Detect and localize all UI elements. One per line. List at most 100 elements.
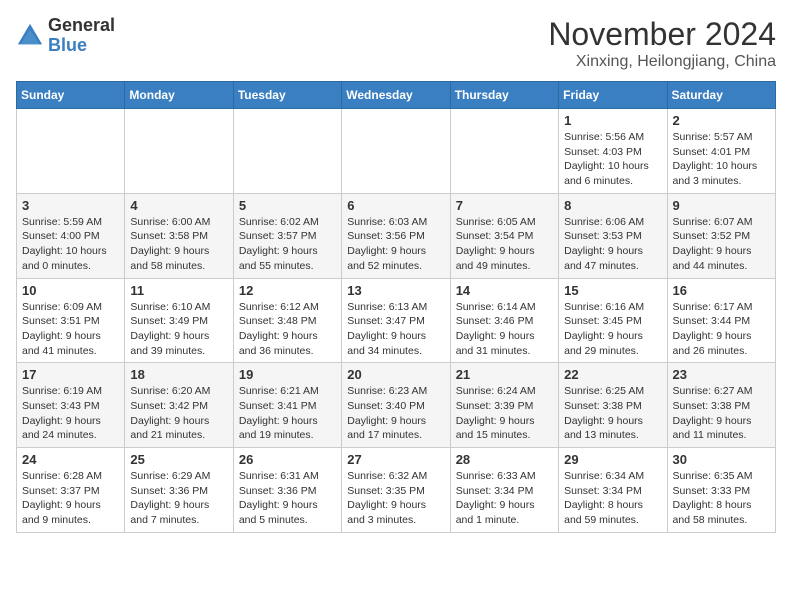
day-cell: 11 Sunrise: 6:10 AM Sunset: 3:49 PM Dayli… [125, 278, 233, 363]
day-number: 27 [347, 452, 444, 467]
day-info: Sunrise: 6:24 AM Sunset: 3:39 PM Dayligh… [456, 384, 553, 443]
day-info: Sunrise: 6:17 AM Sunset: 3:44 PM Dayligh… [673, 300, 770, 359]
day-info: Sunrise: 6:34 AM Sunset: 3:34 PM Dayligh… [564, 469, 661, 528]
day-number: 20 [347, 367, 444, 382]
day-number: 7 [456, 198, 553, 213]
day-info: Sunrise: 6:32 AM Sunset: 3:35 PM Dayligh… [347, 469, 444, 528]
day-cell: 8Sunrise: 6:06 AM Sunset: 3:53 PM Daylig… [559, 193, 667, 278]
header-day-wednesday: Wednesday [342, 82, 450, 109]
day-cell: 21 Sunrise: 6:24 AM Sunset: 3:39 PM Dayli… [450, 363, 558, 448]
logo-general-text: General [48, 16, 115, 36]
day-number: 11 [130, 283, 227, 298]
day-info: Sunrise: 6:16 AM Sunset: 3:45 PM Dayligh… [564, 300, 661, 359]
day-cell [342, 109, 450, 194]
calendar-body: 1 Sunrise: 5:56 AM Sunset: 4:03 PM Daylig… [17, 109, 776, 533]
day-info: Sunrise: 6:19 AM Sunset: 3:43 PM Dayligh… [22, 384, 119, 443]
day-number: 1 [564, 113, 661, 128]
day-cell: 4 Sunrise: 6:00 AM Sunset: 3:58 PM Daylig… [125, 193, 233, 278]
day-info: Sunrise: 6:00 AM Sunset: 3:58 PM Dayligh… [130, 215, 227, 274]
day-info: Sunrise: 6:06 AM Sunset: 3:53 PM Dayligh… [564, 215, 661, 274]
day-cell: 25 Sunrise: 6:29 AM Sunset: 3:36 PM Dayli… [125, 448, 233, 533]
day-info: Sunrise: 6:13 AM Sunset: 3:47 PM Dayligh… [347, 300, 444, 359]
day-number: 30 [673, 452, 770, 467]
day-info: Sunrise: 6:07 AM Sunset: 3:52 PM Dayligh… [673, 215, 770, 274]
day-info: Sunrise: 6:10 AM Sunset: 3:49 PM Dayligh… [130, 300, 227, 359]
day-cell: 29Sunrise: 6:34 AM Sunset: 3:34 PM Dayli… [559, 448, 667, 533]
day-info: Sunrise: 6:31 AM Sunset: 3:36 PM Dayligh… [239, 469, 336, 528]
header-day-tuesday: Tuesday [233, 82, 341, 109]
main-title: November 2024 [548, 16, 776, 53]
day-cell: 2Sunrise: 5:57 AM Sunset: 4:01 PM Daylig… [667, 109, 775, 194]
day-number: 19 [239, 367, 336, 382]
subtitle: Xinxing, Heilongjiang, China [548, 53, 776, 71]
day-info: Sunrise: 6:33 AM Sunset: 3:34 PM Dayligh… [456, 469, 553, 528]
day-cell: 3 Sunrise: 5:59 AM Sunset: 4:00 PM Daylig… [17, 193, 125, 278]
day-cell [17, 109, 125, 194]
day-number: 16 [673, 283, 770, 298]
week-row-2: 10 Sunrise: 6:09 AM Sunset: 3:51 PM Dayli… [17, 278, 776, 363]
header-row: SundayMondayTuesdayWednesdayThursdayFrid… [17, 82, 776, 109]
day-cell: 30 Sunrise: 6:35 AM Sunset: 3:33 PM Dayli… [667, 448, 775, 533]
day-number: 23 [673, 367, 770, 382]
header-day-thursday: Thursday [450, 82, 558, 109]
week-row-4: 24Sunrise: 6:28 AM Sunset: 3:37 PM Dayli… [17, 448, 776, 533]
day-number: 4 [130, 198, 227, 213]
day-info: Sunrise: 6:03 AM Sunset: 3:56 PM Dayligh… [347, 215, 444, 274]
day-number: 3 [22, 198, 119, 213]
day-number: 9 [673, 198, 770, 213]
day-info: Sunrise: 6:12 AM Sunset: 3:48 PM Dayligh… [239, 300, 336, 359]
day-number: 26 [239, 452, 336, 467]
day-info: Sunrise: 6:27 AM Sunset: 3:38 PM Dayligh… [673, 384, 770, 443]
logo: General Blue [16, 16, 115, 56]
day-info: Sunrise: 6:05 AM Sunset: 3:54 PM Dayligh… [456, 215, 553, 274]
day-cell: 12 Sunrise: 6:12 AM Sunset: 3:48 PM Dayli… [233, 278, 341, 363]
week-row-1: 3 Sunrise: 5:59 AM Sunset: 4:00 PM Daylig… [17, 193, 776, 278]
day-number: 17 [22, 367, 119, 382]
day-info: Sunrise: 6:35 AM Sunset: 3:33 PM Dayligh… [673, 469, 770, 528]
day-cell: 28 Sunrise: 6:33 AM Sunset: 3:34 PM Dayli… [450, 448, 558, 533]
header-day-monday: Monday [125, 82, 233, 109]
day-info: Sunrise: 6:09 AM Sunset: 3:51 PM Dayligh… [22, 300, 119, 359]
header-day-friday: Friday [559, 82, 667, 109]
calendar-header: SundayMondayTuesdayWednesdayThursdayFrid… [17, 82, 776, 109]
day-cell: 14 Sunrise: 6:14 AM Sunset: 3:46 PM Dayli… [450, 278, 558, 363]
day-cell: 20Sunrise: 6:23 AM Sunset: 3:40 PM Dayli… [342, 363, 450, 448]
day-info: Sunrise: 5:59 AM Sunset: 4:00 PM Dayligh… [22, 215, 119, 274]
day-number: 21 [456, 367, 553, 382]
day-info: Sunrise: 6:21 AM Sunset: 3:41 PM Dayligh… [239, 384, 336, 443]
day-number: 5 [239, 198, 336, 213]
logo-blue-text: Blue [48, 36, 115, 56]
day-cell: 15 Sunrise: 6:16 AM Sunset: 3:45 PM Dayli… [559, 278, 667, 363]
day-cell: 19 Sunrise: 6:21 AM Sunset: 3:41 PM Dayli… [233, 363, 341, 448]
day-cell: 10 Sunrise: 6:09 AM Sunset: 3:51 PM Dayli… [17, 278, 125, 363]
day-number: 18 [130, 367, 227, 382]
day-cell: 26 Sunrise: 6:31 AM Sunset: 3:36 PM Dayli… [233, 448, 341, 533]
day-info: Sunrise: 6:28 AM Sunset: 3:37 PM Dayligh… [22, 469, 119, 528]
day-cell: 23 Sunrise: 6:27 AM Sunset: 3:38 PM Dayli… [667, 363, 775, 448]
page-header: General Blue November 2024 Xinxing, Heil… [16, 16, 776, 71]
day-cell: 22Sunrise: 6:25 AM Sunset: 3:38 PM Dayli… [559, 363, 667, 448]
day-number: 14 [456, 283, 553, 298]
day-cell: 1 Sunrise: 5:56 AM Sunset: 4:03 PM Daylig… [559, 109, 667, 194]
day-info: Sunrise: 6:14 AM Sunset: 3:46 PM Dayligh… [456, 300, 553, 359]
header-day-sunday: Sunday [17, 82, 125, 109]
day-cell: 16 Sunrise: 6:17 AM Sunset: 3:44 PM Dayli… [667, 278, 775, 363]
calendar: SundayMondayTuesdayWednesdayThursdayFrid… [16, 81, 776, 533]
day-cell: 7 Sunrise: 6:05 AM Sunset: 3:54 PM Daylig… [450, 193, 558, 278]
day-info: Sunrise: 5:56 AM Sunset: 4:03 PM Dayligh… [564, 130, 661, 189]
day-number: 12 [239, 283, 336, 298]
day-number: 28 [456, 452, 553, 467]
day-number: 10 [22, 283, 119, 298]
day-number: 2 [673, 113, 770, 128]
day-number: 25 [130, 452, 227, 467]
day-cell: 9 Sunrise: 6:07 AM Sunset: 3:52 PM Daylig… [667, 193, 775, 278]
day-cell [450, 109, 558, 194]
day-cell [125, 109, 233, 194]
day-cell: 5Sunrise: 6:02 AM Sunset: 3:57 PM Daylig… [233, 193, 341, 278]
day-cell: 13Sunrise: 6:13 AM Sunset: 3:47 PM Dayli… [342, 278, 450, 363]
title-section: November 2024 Xinxing, Heilongjiang, Chi… [548, 16, 776, 71]
week-row-0: 1 Sunrise: 5:56 AM Sunset: 4:03 PM Daylig… [17, 109, 776, 194]
day-info: Sunrise: 6:29 AM Sunset: 3:36 PM Dayligh… [130, 469, 227, 528]
day-number: 15 [564, 283, 661, 298]
day-cell: 24Sunrise: 6:28 AM Sunset: 3:37 PM Dayli… [17, 448, 125, 533]
